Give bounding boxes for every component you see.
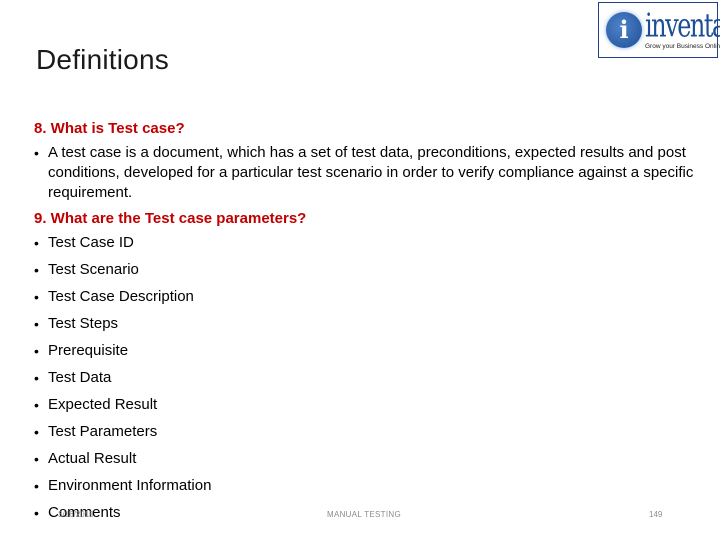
page-number: 149 [649,510,663,519]
list-item: • Test Data [34,368,714,395]
bullet-icon: • [34,478,39,494]
list-item-text: Test Parameters [48,423,158,440]
list-item: • Test Case Description [34,287,714,314]
list-item-text: Actual Result [48,450,137,467]
list-item: • Prerequisite [34,341,714,368]
question-9: 9. What are the Test case parameters? [34,210,307,227]
bullet-icon: • [34,316,39,332]
list-item: • Actual Result [34,449,714,476]
list-item-text: Test Case ID [48,234,134,251]
list-item-text: Expected Result [48,396,158,413]
footer-date: 3/16/2018 [58,510,94,519]
bullet-icon: • [34,451,39,467]
list-item: • Expected Result [34,395,714,422]
list-item: • Test Case ID [34,233,714,260]
bullet-icon: • [34,262,39,278]
parameter-list: • Test Case ID • Test Scenario • Test Case … [34,233,714,530]
footer-title: MANUAL TESTING [327,510,401,519]
list-item: • Test Steps [34,314,714,341]
slide-content: 8. What is Test case? • A test case is a… [34,118,714,530]
bullet-icon: • [34,235,39,251]
logo-name: inventateq [645,6,720,45]
bullet-icon: • [34,145,39,161]
list-item-text: Environment Information [48,477,212,494]
bullet-icon: • [34,289,39,305]
bullet-icon: • [34,424,39,440]
list-item-text: Test Data [48,369,112,386]
answer-text: A test case is a document, which has a s… [48,144,694,201]
list-item: • Test Parameters [34,422,714,449]
list-item: • Test Scenario [34,260,714,287]
list-item: • Environment Information [34,476,714,503]
logo-tagline: Grow your Business Online [645,43,720,50]
slide-title: Definitions [36,44,169,75]
company-logo: i inventateq Grow your Business Online [598,2,720,58]
bullet-icon: • [34,370,39,386]
list-item-text: Test Steps [48,315,119,332]
list-item-text: Test Case Description [48,288,194,305]
inventateq-logo-icon: i [606,12,642,48]
bullet-icon: • [34,505,39,521]
logo-glyph: i [619,15,629,44]
list-item-text: Test Scenario [48,261,139,278]
bullet-icon: • [34,343,39,359]
answer-8: • A test case is a document, which has a… [34,143,714,203]
question-8: 8. What is Test case? [34,120,185,137]
bullet-icon: • [34,397,39,413]
list-item-text: Prerequisite [48,342,129,359]
